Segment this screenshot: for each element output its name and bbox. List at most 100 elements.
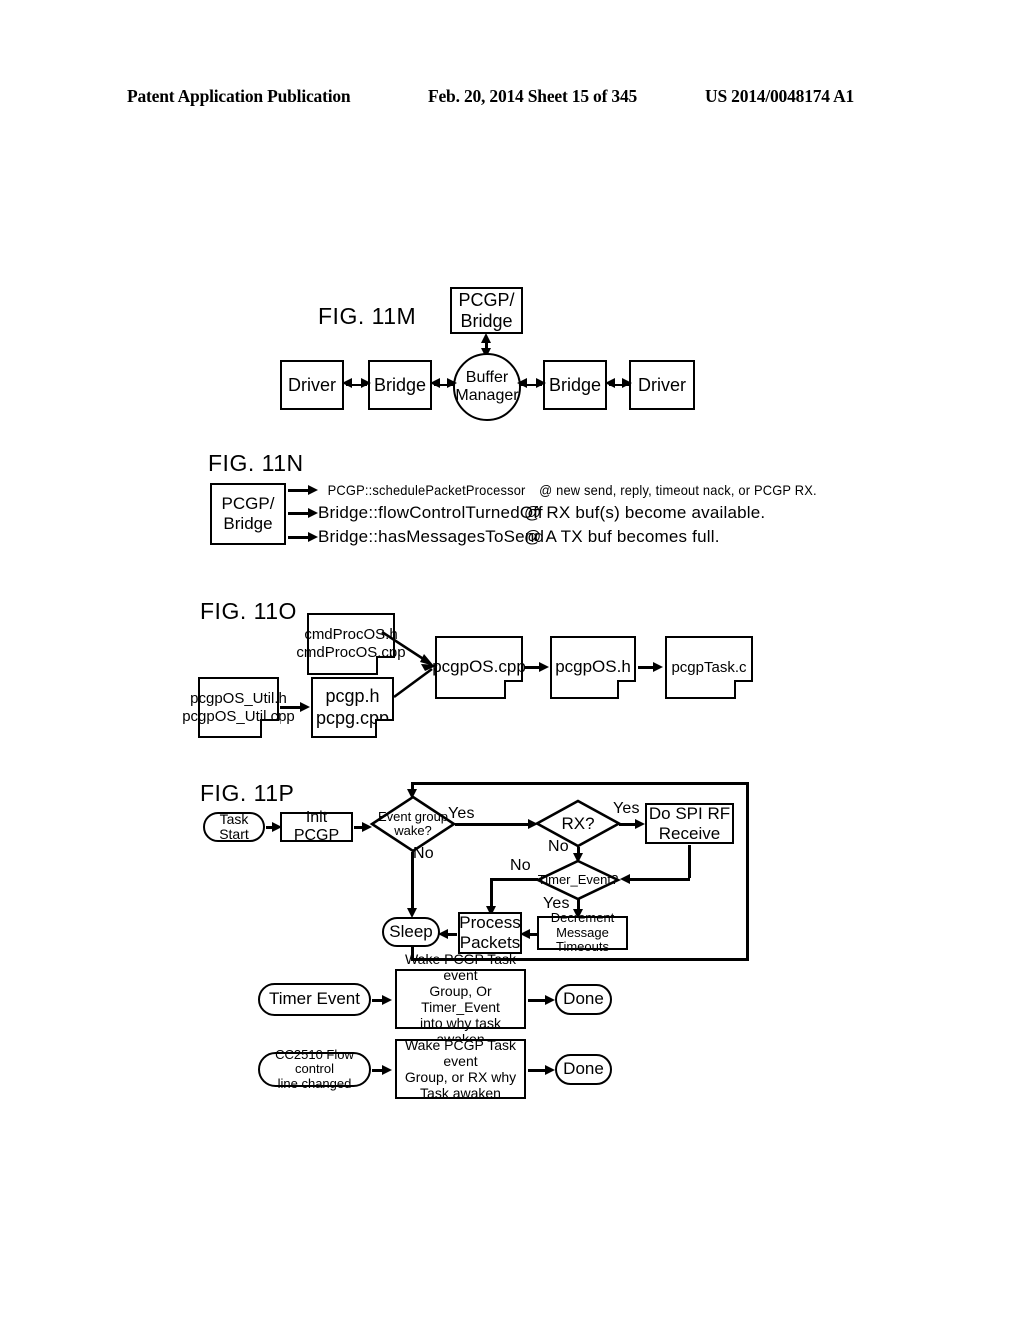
fig-11n-source-line2: Bridge bbox=[223, 514, 273, 533]
pcgp-bridge-line2: Bridge bbox=[460, 310, 513, 331]
pcgpos-h-to-task-arrow bbox=[653, 662, 663, 672]
spi-to-timer-arrow bbox=[620, 874, 630, 884]
pcgpos-util-doc: pcgpOS_Util.h pcgpOS_Util.cpp bbox=[182, 677, 295, 739]
event-yes-label: Yes bbox=[448, 805, 475, 822]
pcgp-buffer-arrow-up bbox=[480, 333, 491, 343]
loop-into-diamond-arrow bbox=[406, 789, 417, 799]
event-yes-line bbox=[455, 823, 530, 826]
fig-11n-source-line1: PCGP/ bbox=[221, 494, 275, 514]
do-spi-rf-receive-box: Do SPI RF Receive bbox=[645, 803, 734, 844]
rx-yes-arrow bbox=[635, 818, 645, 829]
timer-handler-done-label: Done bbox=[563, 989, 604, 1009]
event-group-line2: wake? bbox=[394, 823, 432, 838]
left-driver-label: Driver bbox=[288, 374, 336, 395]
fig-11n-row1-arrow bbox=[308, 485, 318, 495]
init-pcgp-label: Init PCGP bbox=[293, 808, 340, 844]
right-bridge-arrow-out bbox=[605, 378, 615, 388]
event-group-wake-diamond: Event group wake? bbox=[369, 795, 457, 853]
left-buffer-arrow-in bbox=[447, 378, 457, 388]
fig-11n-row1-condition: @ new send, reply, timeout nack, or PCGP… bbox=[539, 482, 817, 498]
fig-11o-label: FIG. 11O bbox=[200, 598, 297, 624]
cc2510-handler-done-oval: Done bbox=[555, 1054, 612, 1085]
fig-11n-row2-arrow bbox=[308, 508, 318, 518]
pcgp-line1: pcgp.h bbox=[325, 685, 380, 706]
left-driver-box: Driver bbox=[280, 360, 344, 410]
fig-11n-row2-method: Bridge::flowControlTurnedOff bbox=[318, 503, 543, 522]
pcgp-fold bbox=[375, 719, 394, 738]
process-line2: Packets bbox=[459, 933, 521, 952]
pcgpos-cpp-to-h-arrow bbox=[539, 662, 549, 672]
fig-11p-label: FIG. 11P bbox=[200, 780, 295, 806]
fig-11n-source-box: PCGP/ Bridge bbox=[210, 483, 286, 545]
event-no-line bbox=[411, 852, 414, 914]
pcgpos-cpp-fold bbox=[504, 680, 523, 699]
patent-number: US 2014/0048174 A1 bbox=[705, 86, 855, 106]
rx-label: RX? bbox=[561, 813, 595, 833]
page-header: Patent Application Publication Feb. 20, … bbox=[0, 86, 1024, 112]
left-bridge-box: Bridge bbox=[368, 360, 432, 410]
timer-event-diamond: Timer_Event? bbox=[534, 859, 622, 901]
do-spi-line1: Do SPI RF bbox=[648, 803, 731, 823]
left-bridge-arrow-in bbox=[361, 378, 371, 388]
buffer-manager-line2: Manager bbox=[455, 387, 519, 404]
timer-handler-done-oval: Done bbox=[555, 984, 612, 1015]
fig-11m-label: FIG. 11M bbox=[318, 303, 417, 329]
timer-event-trigger-line1: Timer Event bbox=[268, 989, 360, 1009]
cc2510-handler-done-label: Done bbox=[563, 1059, 604, 1079]
fig-11n-label: FIG. 11N bbox=[208, 450, 304, 476]
pcgp-bridge-line1: PCGP/ bbox=[458, 289, 515, 310]
fig-11n-row3-line bbox=[288, 536, 310, 539]
rx-yes-label: Yes bbox=[613, 800, 640, 817]
init-pcgp-box: Init PCGP bbox=[280, 809, 353, 844]
sleep-label: Sleep bbox=[389, 921, 433, 941]
left-bridge-arrow-out bbox=[430, 378, 440, 388]
fig-11n-row3-arrow bbox=[308, 532, 318, 542]
timer-no-hline bbox=[490, 878, 538, 881]
fig-11n-row3-condition: @ A TX buf becomes full. bbox=[524, 527, 720, 546]
left-bridge-label: Bridge bbox=[373, 374, 427, 395]
pcgptask-c-fold bbox=[734, 680, 753, 699]
event-no-label: No bbox=[413, 845, 434, 862]
buffer-manager-line1: Buffer bbox=[465, 369, 509, 387]
process-line1: Process bbox=[459, 913, 521, 933]
fig-11n-row3-method: Bridge::hasMessagesToSend bbox=[318, 527, 545, 546]
cc2510-action-line3: Task awaken bbox=[420, 1085, 501, 1102]
cc2510-trigger-line1: CC2510 Flow control bbox=[275, 1047, 354, 1077]
right-driver-label: Driver bbox=[638, 374, 686, 395]
pcgpos-h-to-task-line bbox=[638, 666, 654, 669]
pcgp-to-pcgpos-arrow bbox=[393, 664, 438, 699]
right-bridge-box: Bridge bbox=[543, 360, 607, 410]
pcgpos-util-fold bbox=[260, 719, 279, 738]
right-buffer-arrow-out bbox=[517, 378, 527, 388]
cc2510-handler-arrow1 bbox=[382, 1064, 392, 1075]
util-to-pcgp-line bbox=[280, 706, 302, 709]
util-to-pcgp-arrow bbox=[300, 702, 310, 712]
timer-handler-arrow1 bbox=[382, 994, 392, 1005]
decrement-line1: Decrement bbox=[550, 909, 615, 925]
cc2510-handler-arrow2 bbox=[545, 1064, 555, 1075]
timer-action-line1: Wake PCGP Task event bbox=[404, 950, 516, 983]
fig-11n-row1-line bbox=[288, 489, 310, 492]
right-bridge-arrow-in bbox=[536, 378, 546, 388]
timer-no-label: No bbox=[510, 857, 531, 874]
task-start-label: Task Start bbox=[219, 810, 249, 842]
right-bridge-label: Bridge bbox=[548, 374, 602, 395]
buffer-manager-circle: Buffer Manager bbox=[453, 353, 521, 421]
cc2510-action-line2: Group, or RX why bbox=[404, 1069, 517, 1085]
process-packets-box: Process Packets bbox=[458, 912, 522, 954]
timer-handler-action-box: Wake PCGP Task event Group, Or Timer_Eve… bbox=[395, 951, 526, 1047]
fig-11n-row2-line bbox=[288, 512, 310, 515]
loop-top-horizontal bbox=[411, 782, 749, 785]
loop-right-vertical bbox=[746, 782, 749, 960]
decrement-line2: Message Timeouts bbox=[556, 924, 609, 955]
timer-handler-arrow2 bbox=[545, 994, 555, 1005]
pcgptask-c-label: pcgpTask.c bbox=[671, 658, 747, 676]
left-driver-arrow bbox=[342, 378, 352, 388]
decrement-message-timeouts-box: Decrement Message Timeouts bbox=[537, 910, 628, 954]
timer-action-line2: Group, Or Timer_Event bbox=[421, 982, 500, 1015]
timer-event-trigger-oval: Timer Event bbox=[258, 983, 371, 1016]
spi-to-timer-hline bbox=[629, 878, 690, 881]
task-start-oval: Task Start bbox=[203, 810, 265, 842]
pcgp-bridge-box: PCGP/ Bridge bbox=[450, 287, 523, 334]
pcgpos-h-fold bbox=[617, 680, 636, 699]
